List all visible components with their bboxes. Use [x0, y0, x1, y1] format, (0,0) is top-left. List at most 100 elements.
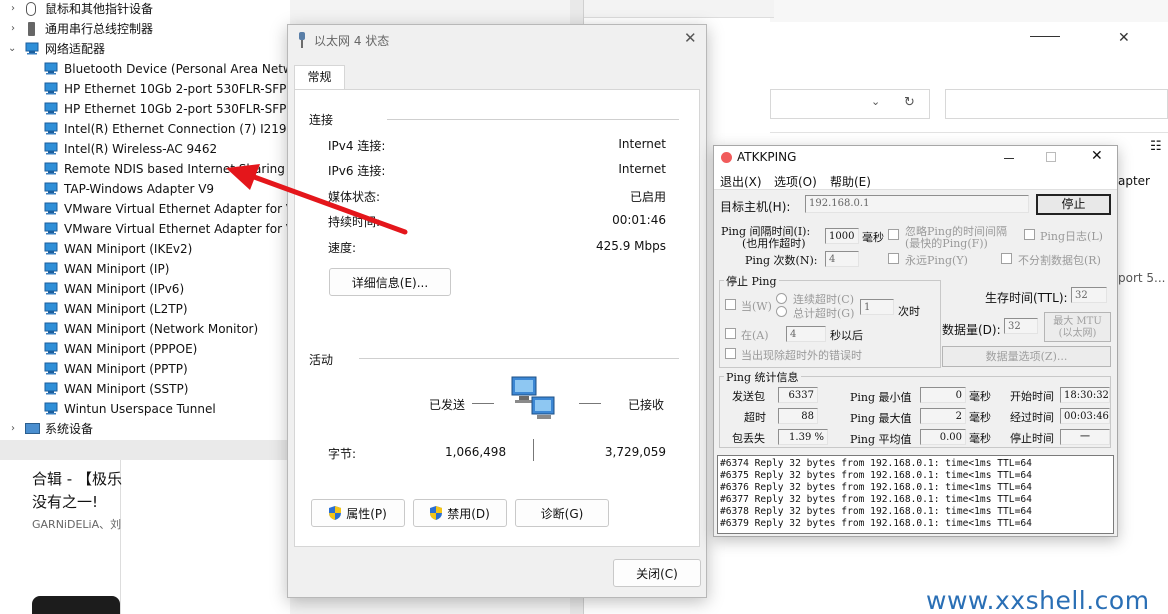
details-button[interactable]: 详细信息(E)... — [329, 268, 451, 296]
atkkping-window: ATKKPING ✕ 退出(X) 选项(O) 帮助(E) 目标主机(H): 19… — [713, 145, 1118, 537]
ping-max-label: Ping 最大值 — [850, 412, 912, 425]
at-input[interactable]: 4 — [786, 326, 826, 342]
mouse-icon — [26, 2, 36, 16]
ping-min-label: Ping 最小值 — [850, 391, 912, 404]
packet-loss-label: 包丢失 — [732, 432, 765, 445]
interval-sublabel: (也用作超时) — [742, 237, 806, 250]
ignore-interval-checkbox[interactable] — [888, 229, 899, 240]
tab-label: 常规 — [307, 70, 332, 84]
chevron-down-icon[interactable]: ⌄ — [871, 95, 880, 108]
minimize-icon[interactable] — [1004, 158, 1014, 159]
chevron-right-icon[interactable]: › — [11, 19, 15, 39]
when-checkbox[interactable] — [725, 299, 736, 310]
network-plug-icon — [296, 31, 308, 49]
tree-item-label: 通用串行总线控制器 — [45, 22, 154, 36]
close-icon[interactable]: ✕ — [684, 29, 697, 47]
disable-button-label: 禁用(D) — [447, 506, 490, 521]
window-close-icon[interactable]: ✕ — [1118, 30, 1130, 46]
thumbnail[interactable] — [32, 596, 120, 614]
network-adapter-icon — [44, 62, 60, 75]
ipv6-value: Internet — [618, 162, 666, 176]
video-subtitle[interactable]: GARNiDELiA、刘 — [32, 516, 121, 532]
tab-general[interactable]: 常规 — [294, 65, 345, 90]
close-icon[interactable]: ✕ — [1091, 148, 1103, 164]
adapter-label: WAN Miniport (Network Monitor) — [64, 322, 259, 336]
search-box[interactable] — [945, 89, 1168, 119]
when-label: 当(W) — [741, 300, 772, 313]
activity-section-label: 活动 — [309, 353, 334, 367]
system-device-icon — [25, 423, 40, 434]
error-checkbox[interactable] — [725, 348, 736, 359]
chevron-right-icon[interactable]: › — [11, 0, 15, 19]
ttl-label: 生存时间(TTL): — [985, 291, 1068, 305]
menu-exit[interactable]: 退出(X) — [720, 173, 762, 190]
network-adapter-icon — [44, 122, 60, 135]
menu-options[interactable]: 选项(O) — [774, 173, 817, 190]
log-line: #6379 Reply 32 bytes from 192.168.0.1: t… — [720, 518, 1032, 529]
network-adapter-icon — [44, 142, 60, 155]
adapter-label: Bluetooth Device (Personal Area Netw — [64, 62, 293, 76]
title-bar: ATKKPING ✕ — [714, 146, 1117, 170]
refresh-icon[interactable]: ↻ — [904, 95, 915, 110]
stop-ping-group-label: 停止 Ping — [724, 273, 779, 289]
menu-help[interactable]: 帮助(E) — [830, 173, 871, 190]
count-label: Ping 次数(N): — [745, 254, 818, 267]
adapter-label: WAN Miniport (SSTP) — [64, 382, 189, 396]
consecutive-radio[interactable] — [776, 293, 787, 304]
total-radio[interactable] — [776, 306, 787, 317]
network-adapter-icon — [44, 242, 60, 255]
timeout-label: 超时 — [744, 411, 766, 424]
ms-unit: 毫秒 — [969, 411, 991, 424]
network-computers-icon — [510, 375, 560, 423]
max-mtu-button[interactable]: 最大 MTU (以太网) — [1044, 312, 1111, 342]
ms-unit: 毫秒 — [969, 432, 991, 445]
address-bar[interactable]: ⌄ ↻ — [770, 89, 930, 119]
diagnose-button-label: 诊断(G) — [540, 506, 584, 521]
network-adapter-icon — [44, 342, 60, 355]
network-adapter-icon — [44, 182, 60, 195]
network-adapter-icon — [44, 162, 60, 175]
view-icon[interactable]: ☷ — [1150, 139, 1162, 154]
chevron-right-icon[interactable]: › — [11, 419, 15, 439]
usb-icon — [28, 22, 35, 36]
sent-label: 已发送 — [429, 398, 466, 412]
network-adapter-icon — [44, 282, 60, 295]
disable-button[interactable]: 禁用(D) — [413, 499, 507, 527]
ping-log-checkbox[interactable] — [1024, 229, 1035, 240]
properties-button[interactable]: 属性(P) — [311, 499, 405, 527]
ping-log[interactable]: #6374 Reply 32 bytes from 192.168.0.1: t… — [717, 455, 1114, 534]
forever-checkbox[interactable] — [888, 253, 899, 264]
diagnose-button[interactable]: 诊断(G) — [515, 499, 609, 527]
tree-item-label: 网络适配器 — [45, 42, 106, 56]
video-title-line1[interactable]: 合辑 - 【极乐 — [32, 468, 122, 489]
ttl-input[interactable]: 32 — [1071, 287, 1107, 303]
speed-label: 速度: — [328, 241, 357, 255]
data-options-button[interactable]: 数据量选项(Z)... — [942, 346, 1111, 367]
separator-band — [0, 440, 290, 460]
video-title-line2[interactable]: 没有之一! — [32, 491, 98, 512]
title-bar — [770, 0, 1168, 22]
chevron-down-icon[interactable]: ⌄ — [8, 39, 16, 59]
network-adapter-icon — [44, 362, 60, 375]
bg-text-port: port 5... — [1118, 271, 1166, 285]
log-line: #6375 Reply 32 bytes from 192.168.0.1: t… — [720, 470, 1032, 481]
interval-input[interactable]: 1000 — [825, 228, 859, 244]
maximize-icon[interactable] — [1046, 152, 1056, 162]
window-minimize-icon[interactable] — [1030, 36, 1060, 37]
data-size-input[interactable]: 32 — [1004, 318, 1038, 334]
at-label: 在(A) — [741, 329, 769, 342]
adapter-label: WAN Miniport (IKEv2) — [64, 242, 193, 256]
received-label: 已接收 — [628, 398, 665, 412]
close-button[interactable]: 关闭(C) — [613, 559, 701, 587]
annotation-arrow — [220, 160, 412, 240]
divider — [359, 358, 679, 359]
elapsed-time-label: 经过时间 — [1010, 411, 1054, 424]
network-adapter-icon — [44, 202, 60, 215]
adapter-label: Intel(R) Ethernet Connection (7) I219-V — [64, 122, 299, 136]
no-split-checkbox[interactable] — [1001, 253, 1012, 264]
count-input[interactable]: 4 — [825, 251, 859, 267]
stop-button[interactable]: 停止 — [1036, 194, 1111, 215]
target-host-input[interactable]: 192.168.0.1 — [805, 195, 1029, 213]
at-checkbox[interactable] — [725, 328, 736, 339]
times-input[interactable]: 1 — [860, 299, 894, 315]
